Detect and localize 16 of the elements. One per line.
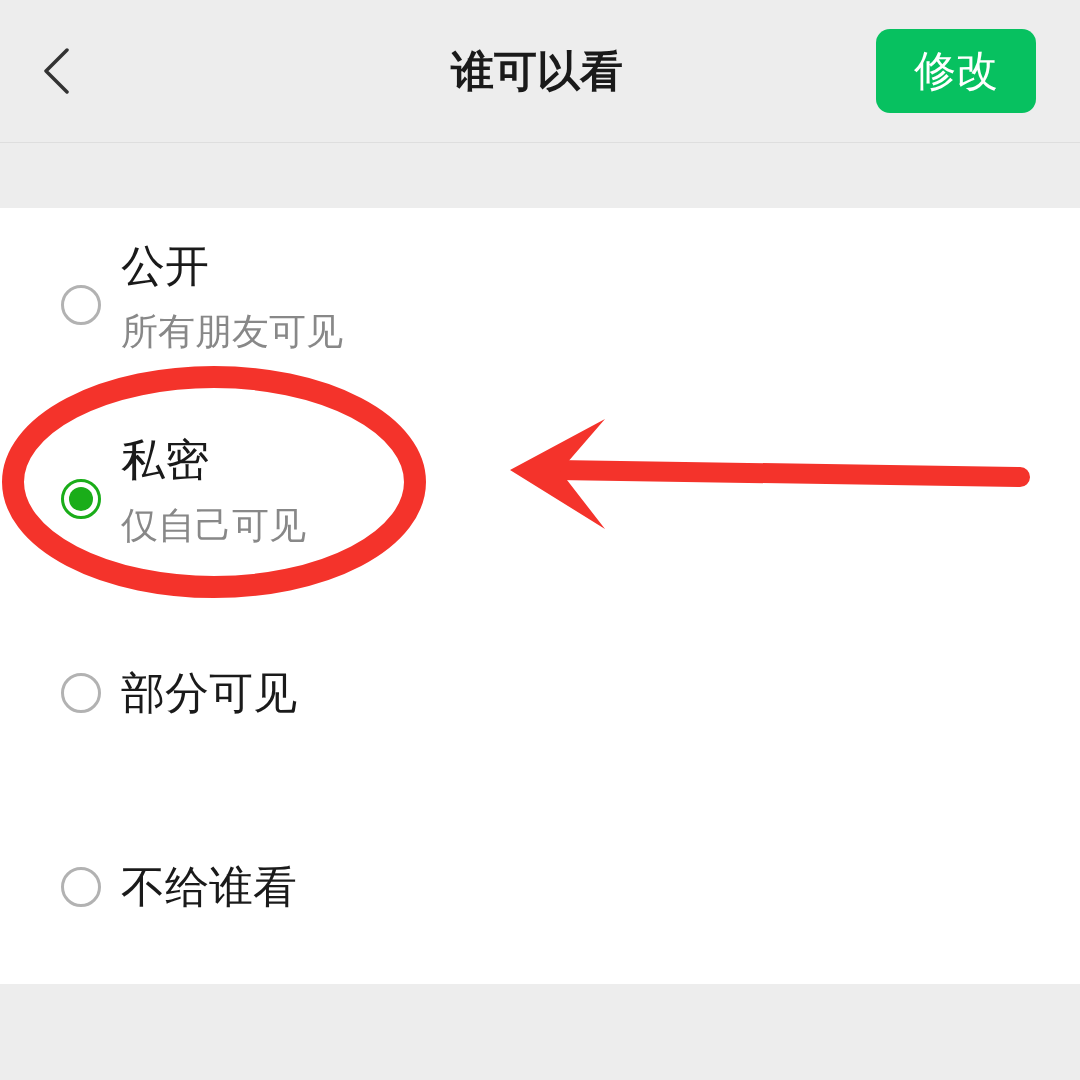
option-row[interactable]: 公开 所有朋友可见 — [0, 208, 1080, 402]
option-title: 不给谁看 — [121, 860, 297, 914]
page-title: 谁可以看 — [451, 45, 623, 98]
option-row[interactable]: 部分可见 — [0, 596, 1080, 790]
option-subtitle: 仅自己可见 — [121, 503, 306, 549]
radio-icon[interactable] — [61, 479, 101, 519]
option-title: 公开 — [121, 239, 209, 293]
radio-icon[interactable] — [61, 673, 101, 713]
option-title: 部分可见 — [121, 666, 297, 720]
back-chevron-icon — [43, 48, 69, 94]
radio-icon[interactable] — [61, 285, 101, 325]
radio-icon[interactable] — [61, 867, 101, 907]
option-row[interactable]: 不给谁看 — [0, 790, 1080, 984]
option-title: 私密 — [121, 433, 209, 487]
option-subtitle: 所有朋友可见 — [121, 309, 343, 355]
option-row[interactable]: 私密 仅自己可见 — [0, 402, 1080, 596]
